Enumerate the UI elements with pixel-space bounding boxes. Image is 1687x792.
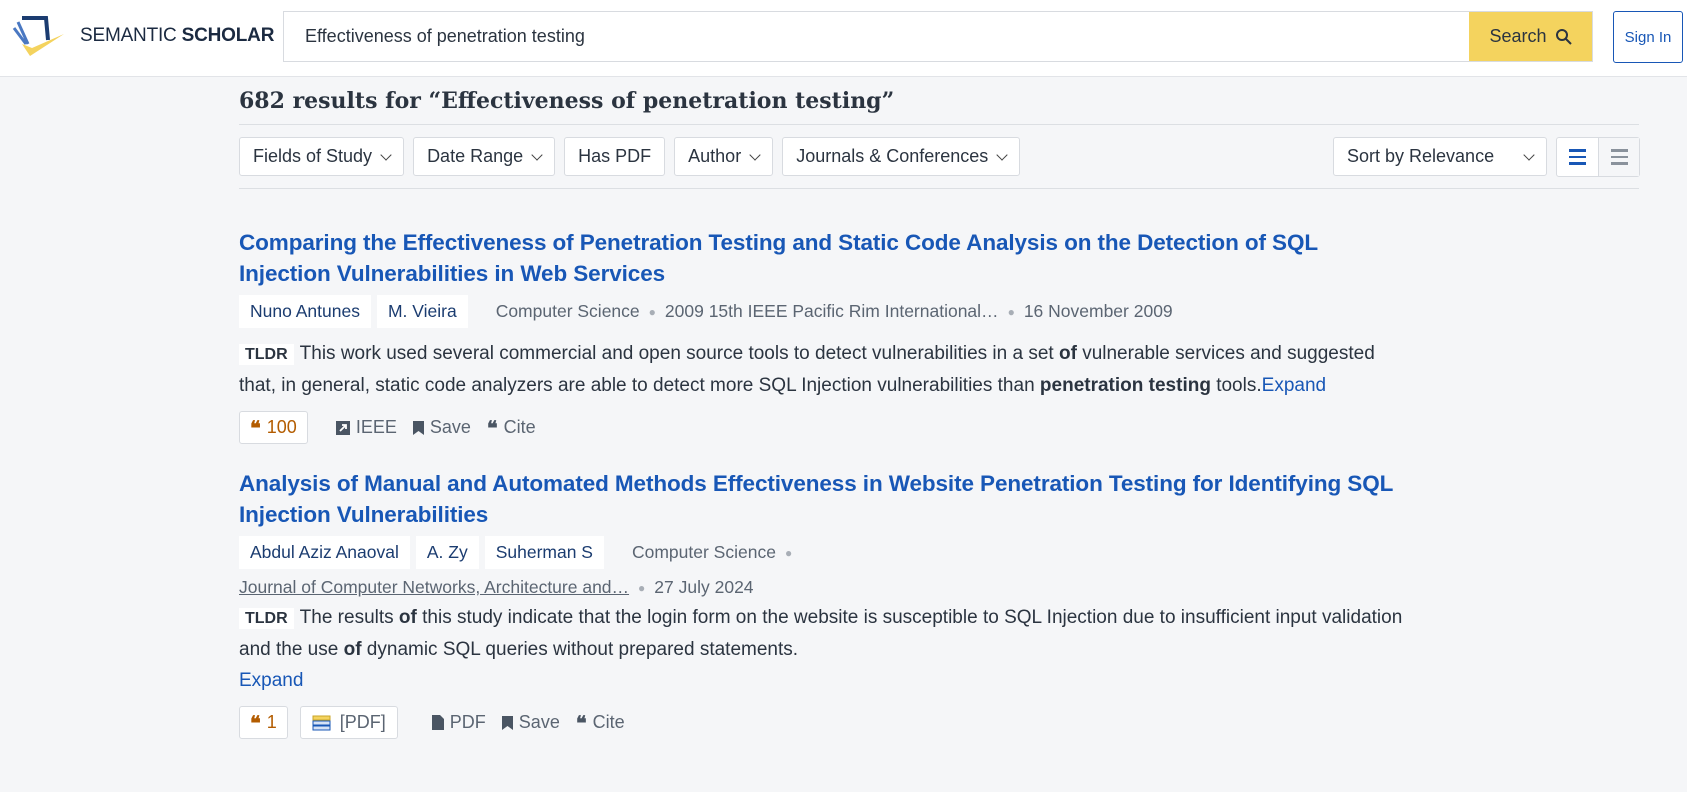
filter-date-range[interactable]: Date Range <box>413 137 556 176</box>
paper-title[interactable]: Comparing the Effectiveness of Penetrati… <box>239 227 1409 289</box>
bookmark-icon <box>501 715 513 730</box>
pdf-link[interactable]: PDF <box>431 712 486 733</box>
expand-link[interactable]: Expand <box>1262 375 1326 396</box>
logo-icon <box>12 16 64 56</box>
quote-icon: ❝ <box>486 415 498 440</box>
filter-author[interactable]: Author <box>674 137 774 176</box>
quote-icon: ❝ <box>250 415 261 440</box>
venue: 2009 15th IEEE Pacific Rim International… <box>664 301 999 321</box>
sign-in-button[interactable]: Sign In <box>1613 11 1683 63</box>
author-link[interactable]: M. Vieira <box>376 295 468 328</box>
author-link[interactable]: Suherman S <box>484 536 604 569</box>
sort-select[interactable]: Sort by Relevance <box>1333 137 1547 176</box>
citation-count[interactable]: ❝ 100 <box>239 411 308 444</box>
save-button[interactable]: Save <box>501 712 560 733</box>
author-link[interactable]: Abdul Aziz Anaoval <box>239 536 410 569</box>
paper-result: Analysis of Manual and Automated Methods… <box>239 468 1409 739</box>
external-link-icon <box>335 420 350 435</box>
compact-view-button[interactable] <box>1598 138 1639 176</box>
divider <box>239 188 1639 189</box>
pdf-file-icon <box>431 715 444 730</box>
quote-icon: ❝ <box>575 710 587 735</box>
filter-bar: Fields of Study Date Range Has PDF Autho… <box>239 125 1640 188</box>
expand-link[interactable]: Expand <box>239 670 303 691</box>
tldr-tag: TLDR <box>239 608 294 629</box>
semantic-scholar-logo[interactable]: SEMANTIC SCHOLAR <box>12 14 274 58</box>
citation-count[interactable]: ❝ 1 <box>239 706 288 739</box>
filter-fields-of-study[interactable]: Fields of Study <box>239 137 405 176</box>
publication-date: 16 November 2009 <box>1023 301 1173 321</box>
quote-icon: ❝ <box>250 710 261 735</box>
results-heading: 682 results for “Effectiveness of penetr… <box>239 88 895 114</box>
view-toggle <box>1556 137 1640 177</box>
author-link[interactable]: Nuno Antunes <box>239 295 371 328</box>
filter-journals-conferences[interactable]: Journals & Conferences <box>782 137 1021 176</box>
tldr: TLDR This work used several commercial an… <box>239 343 1375 396</box>
pdf-badge-button[interactable]: [PDF] <box>299 706 398 739</box>
expanded-view-button[interactable] <box>1557 138 1598 176</box>
ieee-link[interactable]: IEEE <box>335 417 397 438</box>
chevron-down-icon <box>531 148 543 161</box>
bookmark-icon <box>412 420 424 435</box>
save-button[interactable]: Save <box>412 417 471 438</box>
cite-button[interactable]: ❝ Cite <box>576 712 625 733</box>
paper-title[interactable]: Analysis of Manual and Automated Methods… <box>239 468 1409 530</box>
chevron-down-icon <box>1523 148 1535 161</box>
filter-has-pdf[interactable]: Has PDF <box>564 137 666 176</box>
stack-icon <box>312 715 331 730</box>
paper-result: Comparing the Effectiveness of Penetrati… <box>239 227 1409 444</box>
chevron-down-icon <box>996 148 1008 161</box>
field-of-study: Computer Science <box>495 301 640 321</box>
author-link[interactable]: A. Zy <box>415 536 479 569</box>
cite-button[interactable]: ❝ Cite <box>487 417 536 438</box>
publication-date: 27 July 2024 <box>654 577 754 597</box>
field-of-study: Computer Science <box>631 542 776 562</box>
venue-link[interactable]: Journal of Computer Networks, Architectu… <box>239 577 629 598</box>
tldr-tag: TLDR <box>239 344 294 365</box>
results-main: 682 results for “Effectiveness of penetr… <box>239 84 1640 739</box>
search-input[interactable] <box>284 12 1469 61</box>
tldr: TLDR The results of this study indicate t… <box>239 607 1403 691</box>
chevron-down-icon <box>380 148 392 161</box>
chevron-down-icon <box>749 148 761 161</box>
search-bar: Search <box>283 11 1593 62</box>
search-button[interactable]: Search <box>1469 12 1592 61</box>
search-icon <box>1555 29 1572 45</box>
header: SEMANTIC SCHOLAR Search Sign In <box>0 0 1687 77</box>
